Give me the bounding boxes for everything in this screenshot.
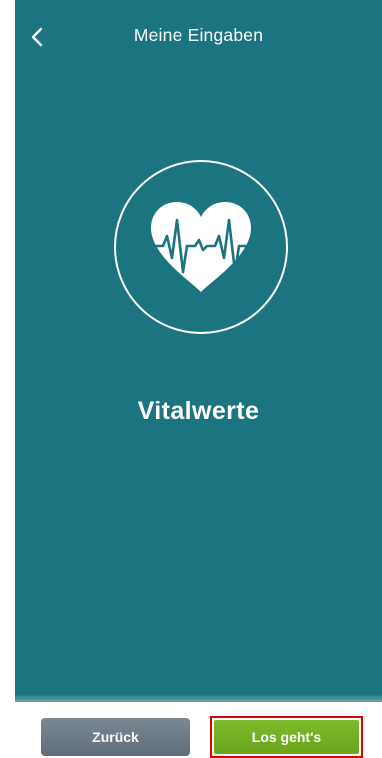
- main-panel: Meine Eingaben Vitalwerte: [15, 0, 382, 702]
- page-title: Meine Eingaben: [133, 25, 264, 45]
- start-button[interactable]: Los geht's: [214, 720, 359, 754]
- header: Meine Eingaben: [15, 0, 382, 76]
- back-text-button[interactable]: Zurück: [41, 718, 190, 756]
- screen: Meine Eingaben Vitalwerte Zurück Los geh…: [0, 0, 382, 758]
- heart-pulse-icon: [149, 202, 253, 292]
- footer: Zurück Los geht's: [0, 702, 382, 758]
- heart-circle: [114, 160, 288, 334]
- section-title: Vitalwerte: [137, 397, 260, 425]
- panel-divider: [15, 694, 382, 702]
